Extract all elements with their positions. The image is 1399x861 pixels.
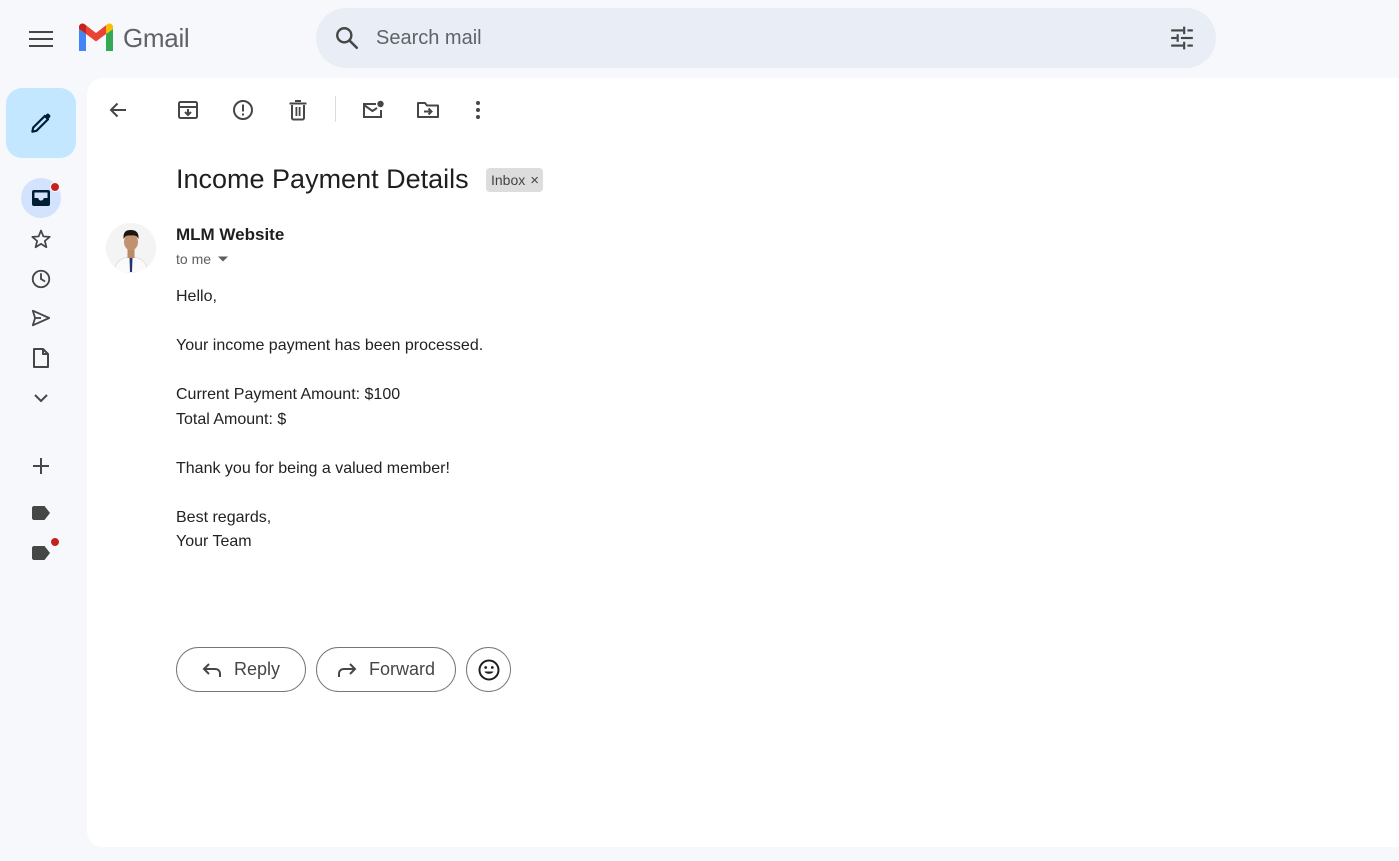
body-line — [176, 310, 483, 335]
reply-button[interactable]: Reply — [176, 647, 306, 692]
email-body: Hello, Your income payment has been proc… — [176, 285, 483, 555]
mark-unread-icon — [363, 100, 384, 118]
gmail-logo[interactable]: Gmail — [76, 22, 190, 54]
main-menu-button[interactable] — [19, 17, 63, 61]
label-unread-badge — [50, 537, 60, 547]
inbox-label-chip[interactable]: Inbox × — [486, 168, 544, 192]
rail-more[interactable] — [21, 378, 61, 418]
chevron-down-icon — [34, 394, 48, 403]
rail-drafts[interactable] — [21, 338, 61, 378]
reply-icon — [202, 662, 221, 677]
rail-label-1[interactable] — [21, 493, 61, 533]
label-icon — [32, 506, 50, 520]
body-line: Best regards, — [176, 508, 272, 526]
report-spam-icon — [233, 100, 253, 120]
body-line: Total Amount: $ — [176, 410, 287, 428]
rail-starred[interactable] — [21, 219, 61, 259]
recipient-details-toggle[interactable]: to me — [176, 251, 229, 267]
archive-button[interactable] — [168, 90, 208, 130]
top-bar: Gmail — [0, 0, 1399, 78]
body-line: Current Payment Amount: $100 — [176, 386, 401, 403]
message-panel: Income Payment Details Inbox × MLM Websi… — [87, 78, 1399, 847]
toolbar-divider — [335, 96, 336, 122]
forward-icon — [337, 662, 357, 677]
clock-icon — [31, 269, 51, 289]
body-line: Your Team — [176, 533, 252, 550]
rail-sent[interactable] — [21, 298, 61, 338]
search-options-button[interactable] — [1152, 8, 1212, 68]
tune-icon — [1171, 26, 1193, 50]
remove-label-button[interactable]: × — [530, 173, 539, 188]
inbox-unread-badge — [50, 182, 60, 192]
search-button[interactable] — [318, 8, 376, 68]
more-vert-icon — [476, 101, 480, 119]
body-line: Thank you for being a valued member! — [176, 459, 450, 477]
rail-create-label[interactable] — [21, 446, 61, 486]
archive-icon — [178, 101, 198, 119]
back-arrow-icon — [109, 102, 126, 118]
caret-down-icon — [218, 256, 229, 262]
report-spam-button[interactable] — [223, 90, 263, 130]
back-button[interactable] — [98, 90, 138, 130]
forward-button[interactable]: Forward — [316, 647, 456, 692]
sender-name: MLM Website — [176, 225, 285, 244]
rail-label-2[interactable] — [21, 533, 61, 573]
mark-unread-button[interactable] — [353, 90, 393, 130]
body-line: Hello, — [176, 288, 217, 305]
emoji-reaction-button[interactable] — [466, 647, 511, 692]
delete-button[interactable] — [278, 90, 318, 130]
compose-button[interactable] — [6, 88, 76, 158]
reply-label: Reply — [233, 659, 281, 679]
label-icon — [32, 546, 50, 560]
search-icon — [336, 27, 359, 50]
sender-avatar[interactable] — [106, 223, 156, 273]
inbox-icon — [32, 190, 50, 206]
send-icon — [31, 309, 51, 327]
move-to-icon — [417, 102, 439, 118]
body-line: Your income payment has been processed. — [176, 337, 484, 354]
rail-snoozed[interactable] — [21, 259, 61, 299]
app-name: Gmail — [123, 22, 190, 53]
body-line — [176, 432, 483, 457]
rail-inbox[interactable] — [21, 178, 61, 218]
emoji-icon — [478, 659, 499, 680]
star-icon — [31, 229, 51, 249]
gmail-m-icon — [79, 23, 113, 51]
avatar-photo — [106, 223, 156, 273]
body-line — [176, 481, 483, 506]
hamburger-icon — [29, 31, 53, 47]
body-line — [176, 359, 483, 384]
forward-label: Forward — [368, 659, 435, 679]
more-options-button[interactable] — [458, 90, 498, 130]
email-subject: Income Payment Details — [176, 164, 469, 194]
pencil-icon — [31, 113, 51, 133]
delete-icon — [289, 100, 307, 121]
recipient-text: to me — [176, 251, 212, 267]
search-input[interactable] — [376, 18, 1152, 58]
draft-icon — [33, 348, 49, 368]
move-to-button[interactable] — [408, 90, 448, 130]
plus-icon — [33, 458, 49, 474]
label-chip-text: Inbox — [491, 172, 526, 188]
search-bar[interactable] — [316, 8, 1216, 68]
